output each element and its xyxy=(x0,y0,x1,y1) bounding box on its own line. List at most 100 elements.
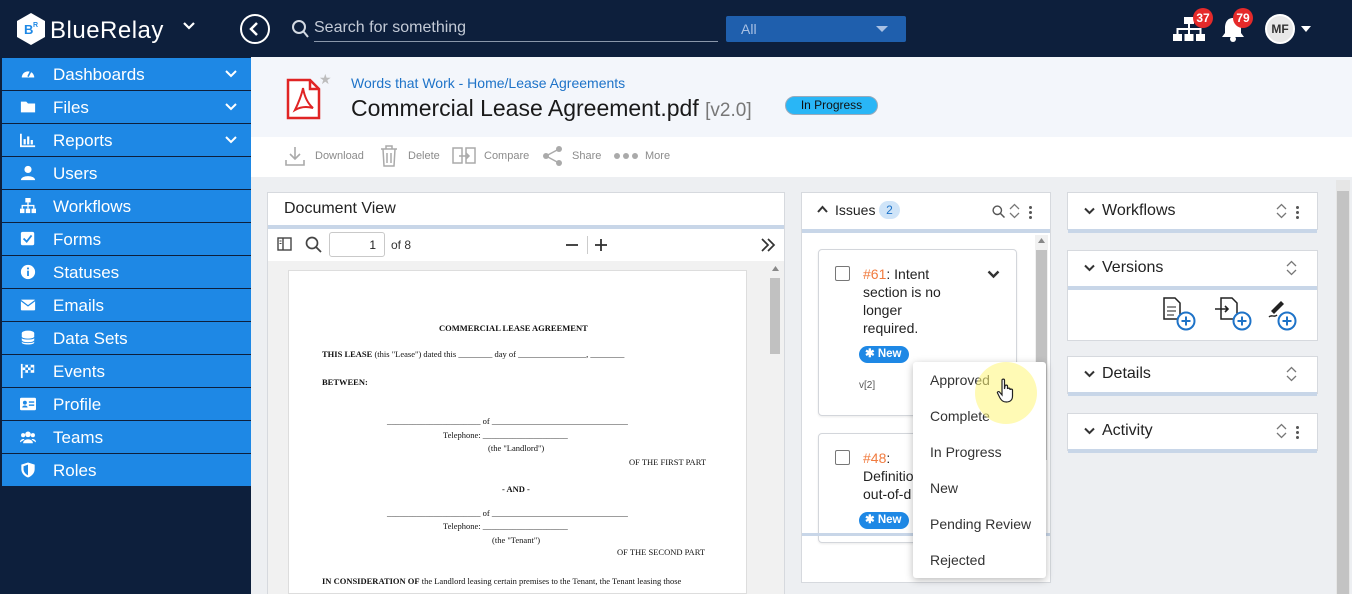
status-option-rejected[interactable]: Rejected xyxy=(930,552,985,568)
new-status-badge[interactable]: ✱ New xyxy=(859,346,909,363)
sidebar-item-workflows[interactable]: Workflows xyxy=(2,190,251,222)
pdf-text-line: (the "Tenant") xyxy=(492,535,541,545)
search-icon[interactable] xyxy=(992,205,1005,218)
sidebar-item-data-sets[interactable]: Data Sets xyxy=(2,322,251,354)
document-version: [v2.0] xyxy=(705,100,752,121)
delete-button[interactable]: Delete xyxy=(380,143,440,169)
scroll-up-arrow-icon[interactable] xyxy=(1038,238,1045,243)
status-option-pending-review[interactable]: Pending Review xyxy=(930,516,1031,532)
issue-description: #61: Intent section is no longer require… xyxy=(863,266,941,336)
breadcrumb[interactable]: Words that Work - Home/Lease Agreements xyxy=(351,75,625,91)
envelope-icon xyxy=(20,299,36,311)
details-title[interactable]: Details xyxy=(1102,365,1151,383)
sitemap-icon xyxy=(20,198,36,214)
panel-divider xyxy=(1068,286,1317,290)
status-badge[interactable]: In Progress xyxy=(785,96,878,115)
sort-icon[interactable] xyxy=(1276,203,1287,219)
issues-title: Issues xyxy=(835,202,876,218)
check-square-icon xyxy=(20,231,35,246)
status-option-in-progress[interactable]: In Progress xyxy=(930,444,1002,460)
issue-description: #48: Definitio out-of-d xyxy=(863,450,914,502)
shield-icon xyxy=(21,462,35,478)
chevron-down-icon[interactable] xyxy=(987,270,1000,279)
chevron-down-icon[interactable] xyxy=(183,20,195,32)
new-status-badge[interactable]: ✱ New xyxy=(859,512,909,529)
chevron-down-icon[interactable] xyxy=(1084,427,1095,435)
org-count-badge: 37 xyxy=(1193,8,1213,28)
sidebar-item-dashboards[interactable]: Dashboards xyxy=(2,58,251,90)
user-avatar[interactable]: MF xyxy=(1265,14,1295,44)
bluerelay-logo-icon[interactable]: B R xyxy=(16,12,46,46)
import-document-icon[interactable] xyxy=(1214,297,1254,331)
sidebar-item-profile[interactable]: Profile xyxy=(2,388,251,420)
sidebar-item-roles[interactable]: Roles xyxy=(2,454,251,486)
document-name: Commercial Lease Agreement.pdf xyxy=(351,95,699,121)
chevron-down-icon[interactable] xyxy=(225,103,237,111)
issue-checkbox[interactable] xyxy=(835,266,850,281)
sign-document-icon[interactable] xyxy=(1268,297,1300,331)
delete-label: Delete xyxy=(408,150,440,162)
chevron-down-icon[interactable] xyxy=(225,70,237,78)
sort-icon[interactable] xyxy=(1276,423,1287,439)
sidebar-toggle-icon[interactable] xyxy=(277,237,292,251)
pdf-scrollbar-thumb[interactable] xyxy=(770,278,780,354)
zoom-out-icon[interactable] xyxy=(565,238,579,252)
chevron-down-icon[interactable] xyxy=(1084,264,1095,272)
sidebar-item-files[interactable]: Files xyxy=(2,91,251,123)
sort-icon[interactable] xyxy=(1286,366,1297,382)
search-scope-select[interactable]: All xyxy=(726,16,906,42)
compare-button[interactable]: Compare xyxy=(452,143,529,169)
more-horizontal-icon xyxy=(614,153,638,159)
page-scrollbar-thumb[interactable] xyxy=(1337,191,1349,594)
download-button[interactable]: Download xyxy=(284,143,364,169)
back-button[interactable] xyxy=(240,14,270,44)
search-input[interactable] xyxy=(314,14,718,42)
bar-chart-icon xyxy=(20,133,36,148)
activity-title[interactable]: Activity xyxy=(1102,422,1153,440)
brand-name[interactable]: BlueRelay xyxy=(50,17,164,45)
more-vertical-icon[interactable] xyxy=(1029,206,1032,221)
caret-down-icon[interactable] xyxy=(1301,26,1311,32)
page-number-input[interactable] xyxy=(329,232,385,257)
share-icon xyxy=(543,146,562,166)
more-button[interactable]: More xyxy=(613,143,673,169)
share-button[interactable]: Share xyxy=(542,143,602,169)
sidebar-item-label: Workflows xyxy=(53,197,132,216)
sidebar-item-label: Reports xyxy=(53,131,113,150)
more-vertical-icon[interactable] xyxy=(1296,206,1299,221)
sort-icon[interactable] xyxy=(1009,203,1020,219)
status-option-new[interactable]: New xyxy=(930,480,958,496)
pdf-page: COMMERCIAL LEASE AGREEMENT THIS LEASE (t… xyxy=(288,270,747,594)
add-document-icon[interactable] xyxy=(1162,297,1198,331)
versions-title[interactable]: Versions xyxy=(1102,259,1163,277)
chevron-up-icon[interactable] xyxy=(817,205,828,213)
zoom-in-icon[interactable] xyxy=(594,238,608,252)
search-icon[interactable] xyxy=(305,236,322,253)
sidebar-item-label: Events xyxy=(53,362,105,381)
svg-text:B: B xyxy=(24,22,33,37)
issue-checkbox[interactable] xyxy=(835,450,850,465)
sidebar-item-label: Emails xyxy=(53,296,105,315)
chevron-down-icon[interactable] xyxy=(225,136,237,144)
chevron-down-icon[interactable] xyxy=(1084,370,1095,378)
folder-icon xyxy=(20,101,36,113)
sidebar-item-reports[interactable]: Reports xyxy=(2,124,251,156)
sidebar-item-label: Files xyxy=(53,98,89,117)
more-vertical-icon[interactable] xyxy=(1296,426,1299,441)
download-label: Download xyxy=(315,150,364,162)
sidebar-item-statuses[interactable]: Statuses xyxy=(2,256,251,288)
star-icon[interactable]: ★ xyxy=(319,71,332,88)
double-chevron-right-icon[interactable] xyxy=(761,238,776,252)
issues-count-badge: 2 xyxy=(879,201,900,219)
sidebar-item-teams[interactable]: Teams xyxy=(2,421,251,453)
panel-divider xyxy=(1068,392,1317,396)
workflows-title[interactable]: Workflows xyxy=(1102,202,1176,220)
sidebar-item-events[interactable]: Events xyxy=(2,355,251,387)
page-count: of 8 xyxy=(391,238,412,252)
sort-icon[interactable] xyxy=(1286,260,1297,276)
sidebar-item-emails[interactable]: Emails xyxy=(2,289,251,321)
sidebar-item-users[interactable]: Users xyxy=(2,157,251,189)
chevron-down-icon[interactable] xyxy=(1084,207,1095,215)
sidebar-item-forms[interactable]: Forms xyxy=(2,223,251,255)
scroll-up-arrow-icon[interactable] xyxy=(772,266,779,271)
